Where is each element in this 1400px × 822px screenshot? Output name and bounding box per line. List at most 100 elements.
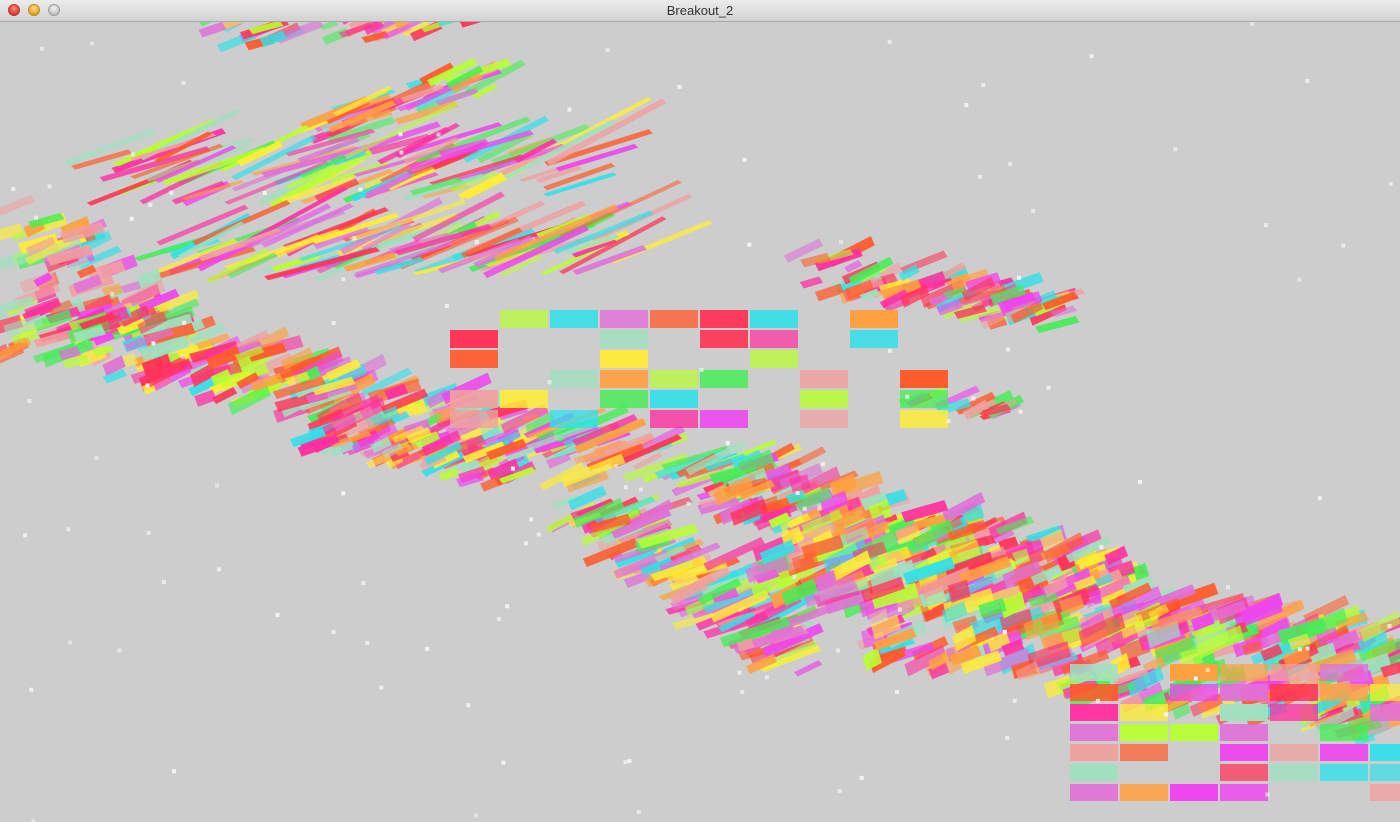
particle xyxy=(90,41,95,46)
particle xyxy=(11,187,16,192)
brick-wall-front xyxy=(550,310,598,328)
brick-wall-front xyxy=(500,390,548,408)
particle xyxy=(536,532,541,537)
particle xyxy=(27,399,32,404)
particle xyxy=(1089,54,1094,59)
particle xyxy=(964,102,969,107)
brick-wall-front xyxy=(650,410,698,428)
particle xyxy=(613,463,618,468)
brick-wall-bottom-right xyxy=(1070,744,1118,761)
brick-wall-front xyxy=(700,410,748,428)
particle xyxy=(677,84,682,89)
brick-streaks xyxy=(459,22,482,28)
particle xyxy=(425,646,430,651)
particle xyxy=(802,506,807,511)
brick-wall-bottom-right xyxy=(1170,784,1218,801)
particle xyxy=(859,775,864,780)
particle xyxy=(444,304,449,309)
particle xyxy=(379,685,384,690)
brick-wall-bottom-right xyxy=(1270,764,1318,781)
particle xyxy=(510,466,515,471)
brick-wall-bottom-right xyxy=(1170,724,1218,741)
particle xyxy=(1046,385,1051,390)
brick-wall-bottom-right xyxy=(1320,684,1368,701)
particle xyxy=(1341,243,1346,248)
brick-wall-bottom-right xyxy=(1370,764,1400,781)
particle xyxy=(740,690,745,695)
particle xyxy=(1305,646,1310,651)
particle xyxy=(623,485,628,490)
particle xyxy=(636,809,641,814)
particle xyxy=(68,640,73,645)
brick-wall-bottom-right xyxy=(1120,784,1168,801)
brick-wall-front xyxy=(550,370,598,388)
particle xyxy=(1006,347,1011,352)
brick-wall-bottom-right xyxy=(1270,684,1318,701)
brick-wall-front xyxy=(750,310,798,328)
brick-wall-front xyxy=(600,390,648,408)
game-canvas[interactable] xyxy=(0,22,1400,822)
brick-wall-bottom-right xyxy=(1070,664,1118,681)
particle xyxy=(216,567,221,572)
particle xyxy=(505,604,510,609)
particle xyxy=(145,383,150,388)
brick-wall-bottom-right xyxy=(1270,744,1318,761)
brick-wall-bottom-right xyxy=(1070,684,1118,701)
particle xyxy=(40,46,45,51)
particle xyxy=(905,394,910,399)
particle xyxy=(638,487,643,492)
particle xyxy=(894,690,899,695)
brick-wall-bottom-right xyxy=(1270,704,1318,721)
brick-wall-bottom-right xyxy=(1320,744,1368,761)
particle xyxy=(214,483,219,488)
brick-wall-front xyxy=(600,370,648,388)
particle xyxy=(148,202,153,207)
particle xyxy=(1002,629,1007,634)
brick-wall-front xyxy=(750,330,798,348)
particle xyxy=(341,277,346,282)
particle xyxy=(764,675,769,680)
particle xyxy=(1305,78,1310,83)
particle xyxy=(365,640,370,645)
particle xyxy=(837,788,842,793)
particle xyxy=(1099,545,1104,550)
brick-wall-front xyxy=(800,390,848,408)
brick-wall-bottom-right xyxy=(1170,684,1218,701)
brick-wall-bottom-right xyxy=(1320,764,1368,781)
particle xyxy=(23,533,28,538)
particle xyxy=(275,612,280,617)
brick-wall-front xyxy=(850,310,898,328)
brick-wall-front xyxy=(900,390,948,408)
particle xyxy=(361,581,366,586)
particle xyxy=(567,107,572,112)
particle xyxy=(358,187,363,192)
particle xyxy=(331,630,336,635)
brick-wall-bottom-right xyxy=(1220,684,1268,701)
brick-wall-front xyxy=(650,310,698,328)
brick-wall-front xyxy=(500,310,548,328)
brick-wall-front xyxy=(850,330,898,348)
particle xyxy=(501,760,506,765)
particle xyxy=(971,396,976,401)
particle xyxy=(627,759,632,764)
particle xyxy=(887,39,892,44)
particle xyxy=(341,491,346,496)
particle xyxy=(1225,585,1230,590)
brick-wall-front xyxy=(450,410,498,428)
brick-wall-front xyxy=(700,330,748,348)
brick-wall-front xyxy=(600,330,648,348)
particle xyxy=(496,617,501,622)
brick-wall-front xyxy=(450,390,498,408)
particle xyxy=(331,321,336,326)
particle xyxy=(181,80,186,85)
particle xyxy=(182,320,187,325)
brick-wall-front xyxy=(800,370,848,388)
particle xyxy=(1008,161,1013,166)
window-title: Breakout_2 xyxy=(666,3,734,18)
brick-wall-front xyxy=(800,410,848,428)
title-bar[interactable]: Breakout_2 xyxy=(0,0,1400,22)
particle xyxy=(1317,496,1322,501)
particle xyxy=(1263,223,1268,228)
particle xyxy=(897,607,902,612)
particle xyxy=(725,441,730,446)
